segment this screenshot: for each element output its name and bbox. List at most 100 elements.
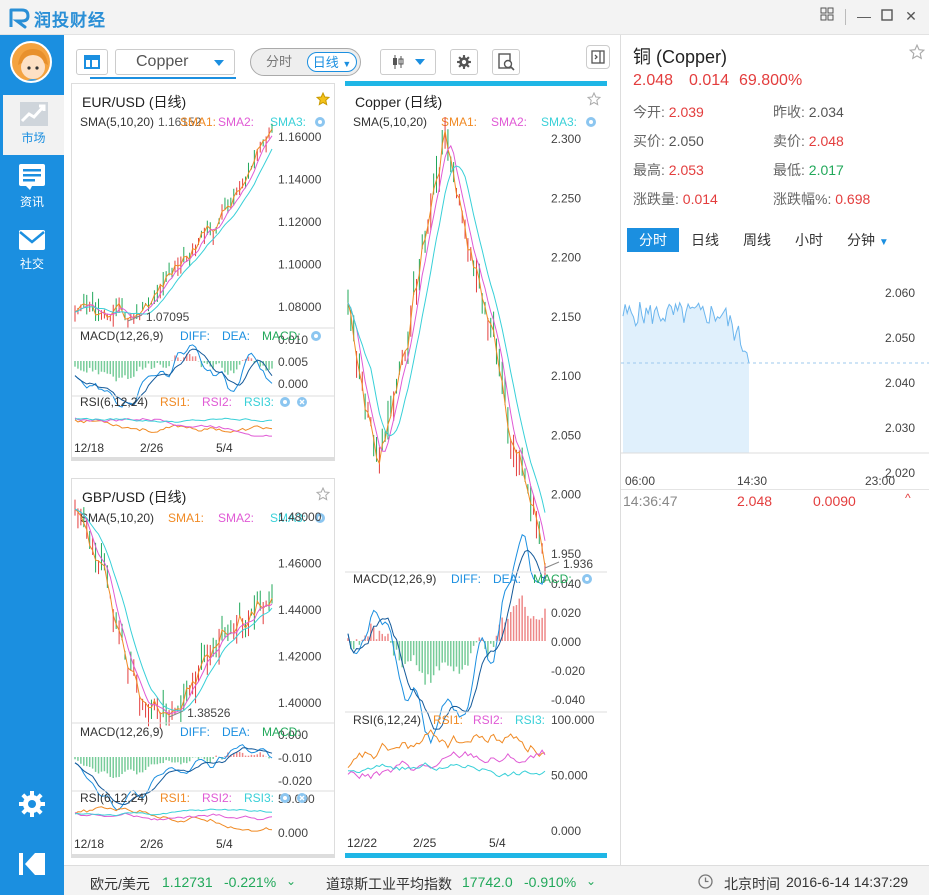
macd-value-label: MACD: [262,725,301,739]
quote-price: 2.048 [633,72,674,89]
date-label: 12/18 [74,837,105,851]
y-tick-label: 1.42000 [278,650,322,664]
y-tick-label: 2.100 [551,369,581,383]
low-pointer [544,561,560,569]
quote-name: 铜 (Copper) [633,47,728,67]
chevron-down-icon [415,59,425,65]
macd-tick-label: 0.000 [278,377,308,391]
gear-icon [457,55,471,69]
market-icon [19,102,48,126]
macd-label: MACD(12,26,9) [80,725,164,739]
tick-price: 2.048 [737,493,773,509]
minimize-icon[interactable]: — [855,7,873,25]
sidebar-item-social[interactable]: 社交 [0,221,64,281]
ticker-dji-value: 17742.0 [462,874,513,890]
sidebar-item-market[interactable]: 市场 [0,95,64,155]
mode-daily-label: 日线 [312,55,339,70]
ask-field: 卖价: 2.048 [773,133,844,149]
ticker-eurusd-label[interactable]: 欧元/美元 [90,874,150,894]
candle-type-button[interactable] [380,49,436,75]
rsi2-label: RSI2: [202,791,233,805]
sidebar-item-label: 社交 [19,257,44,271]
rsi-tick-label: 0.000 [551,824,581,838]
change-amount-field: 涨跌量: 0.014 [633,191,718,207]
chart-panel-copper[interactable]: Copper (日线) SMA(5,10,20) SMA1: SMA2: SMA… [345,81,607,858]
dea-label: DEA: [493,572,522,586]
y-tick-label: 1.16000 [278,130,322,144]
chevron-down-icon[interactable]: ⌄ [586,874,596,888]
ticker-dji-pct: -0.910% [524,874,577,890]
symbol-select[interactable]: Copper [115,49,235,75]
rsi-tick-label: 50.000 [551,769,588,783]
tab-hourly[interactable]: 小时 [783,228,835,252]
avatar[interactable] [10,41,52,83]
tab-weekly[interactable]: 周线 [731,228,783,252]
y-tick-label: 2.030 [885,421,915,435]
collapse-icon [19,853,45,875]
gear-icon[interactable] [581,573,593,585]
gear-icon[interactable] [279,792,291,804]
sidebar-item-label: 资讯 [19,195,44,209]
date-label: 2/25 [413,836,437,850]
rsi-line [347,729,546,769]
ticker-footer: 欧元/美元 1.12731 -0.221% ⌄ 道琼斯工业平均指数 17742.… [64,865,929,895]
settings-button[interactable] [0,775,64,833]
date-label: 5/4 [216,837,233,851]
chart-panel-eurusd[interactable]: EUR/USD (日线) SMA(5,10,20) 1.16152 SMA1: … [71,83,335,461]
tick-volume: 0.0090 [813,493,856,509]
y-tick-label: 2.060 [885,286,915,300]
tab-intraday[interactable]: 分时 [627,228,679,252]
chart-settings-button[interactable] [450,49,478,75]
star-icon[interactable] [909,44,925,60]
layout-toggle-button[interactable] [76,49,108,75]
y-tick-label: 2.200 [551,251,581,265]
chart-panel-gbpusd[interactable]: GBP/USD (日线) SMA(5,10,20) SMA1: SMA2: SM… [71,478,335,858]
gear-icon[interactable] [310,330,322,342]
close-icon[interactable] [296,792,308,804]
search-chart-button[interactable] [492,49,520,75]
ticker-eurusd-value: 1.12731 [162,874,213,890]
layout-icon[interactable] [818,7,836,25]
sma2-line [347,144,546,541]
tab-minute[interactable]: 分钟 ▼ [835,228,901,252]
mode-daily-option[interactable]: 日线 ▼ [307,52,357,72]
y-tick-label: 2.050 [885,331,915,345]
title-bar: 润投财经 — ✕ [0,0,929,35]
tab-daily[interactable]: 日线 [679,228,731,252]
open-field: 今开: 2.039 [633,104,704,120]
clock-icon [698,874,713,889]
app-logo: 润投财经 [8,6,106,30]
macd-tick-label: 0.020 [551,606,581,620]
rsi-label: RSI(6,12,24) [80,791,149,805]
search-doc-icon [498,53,515,71]
ticker-dji-label[interactable]: 道琼斯工业平均指数 [326,874,452,894]
sma3-line [74,148,273,315]
maximize-icon[interactable] [878,7,896,25]
tick-time: 14:36:47 [623,493,678,509]
macd-value-label: MACD: [262,329,301,343]
collapse-sidebar-button[interactable] [0,835,64,893]
logo-icon [9,8,30,29]
mail-icon [19,230,45,250]
chart-mode-toggle[interactable]: 分时 日线 ▼ [250,48,361,76]
mode-intraday-option[interactable]: 分时 [255,52,303,72]
candlestick-icon [393,55,404,69]
low-field: 最低: 2.017 [773,162,844,178]
close-icon[interactable] [296,396,308,408]
change-pct-field: 涨跌幅%: 0.698 [773,191,871,207]
sma1-line [74,128,273,320]
toggle-side-panel-button[interactable] [586,45,610,69]
gear-icon[interactable] [279,396,291,408]
chevron-down-icon[interactable]: ⌄ [286,874,296,888]
sidebar-item-news[interactable]: 资讯 [0,157,64,217]
panel-layout-icon [84,55,100,69]
macd-label: MACD(12,26,9) [80,329,164,343]
sma2-line [74,508,273,715]
divider [621,489,929,490]
close-icon[interactable]: ✕ [902,7,920,25]
macd-tick-label: -0.010 [278,751,312,765]
rsi2-label: RSI2: [202,395,233,409]
prev-close-field: 昨收: 2.034 [773,104,844,120]
rsi-label: RSI(6,12,24) [353,713,422,727]
y-tick-label: 1.48000 [278,510,322,524]
